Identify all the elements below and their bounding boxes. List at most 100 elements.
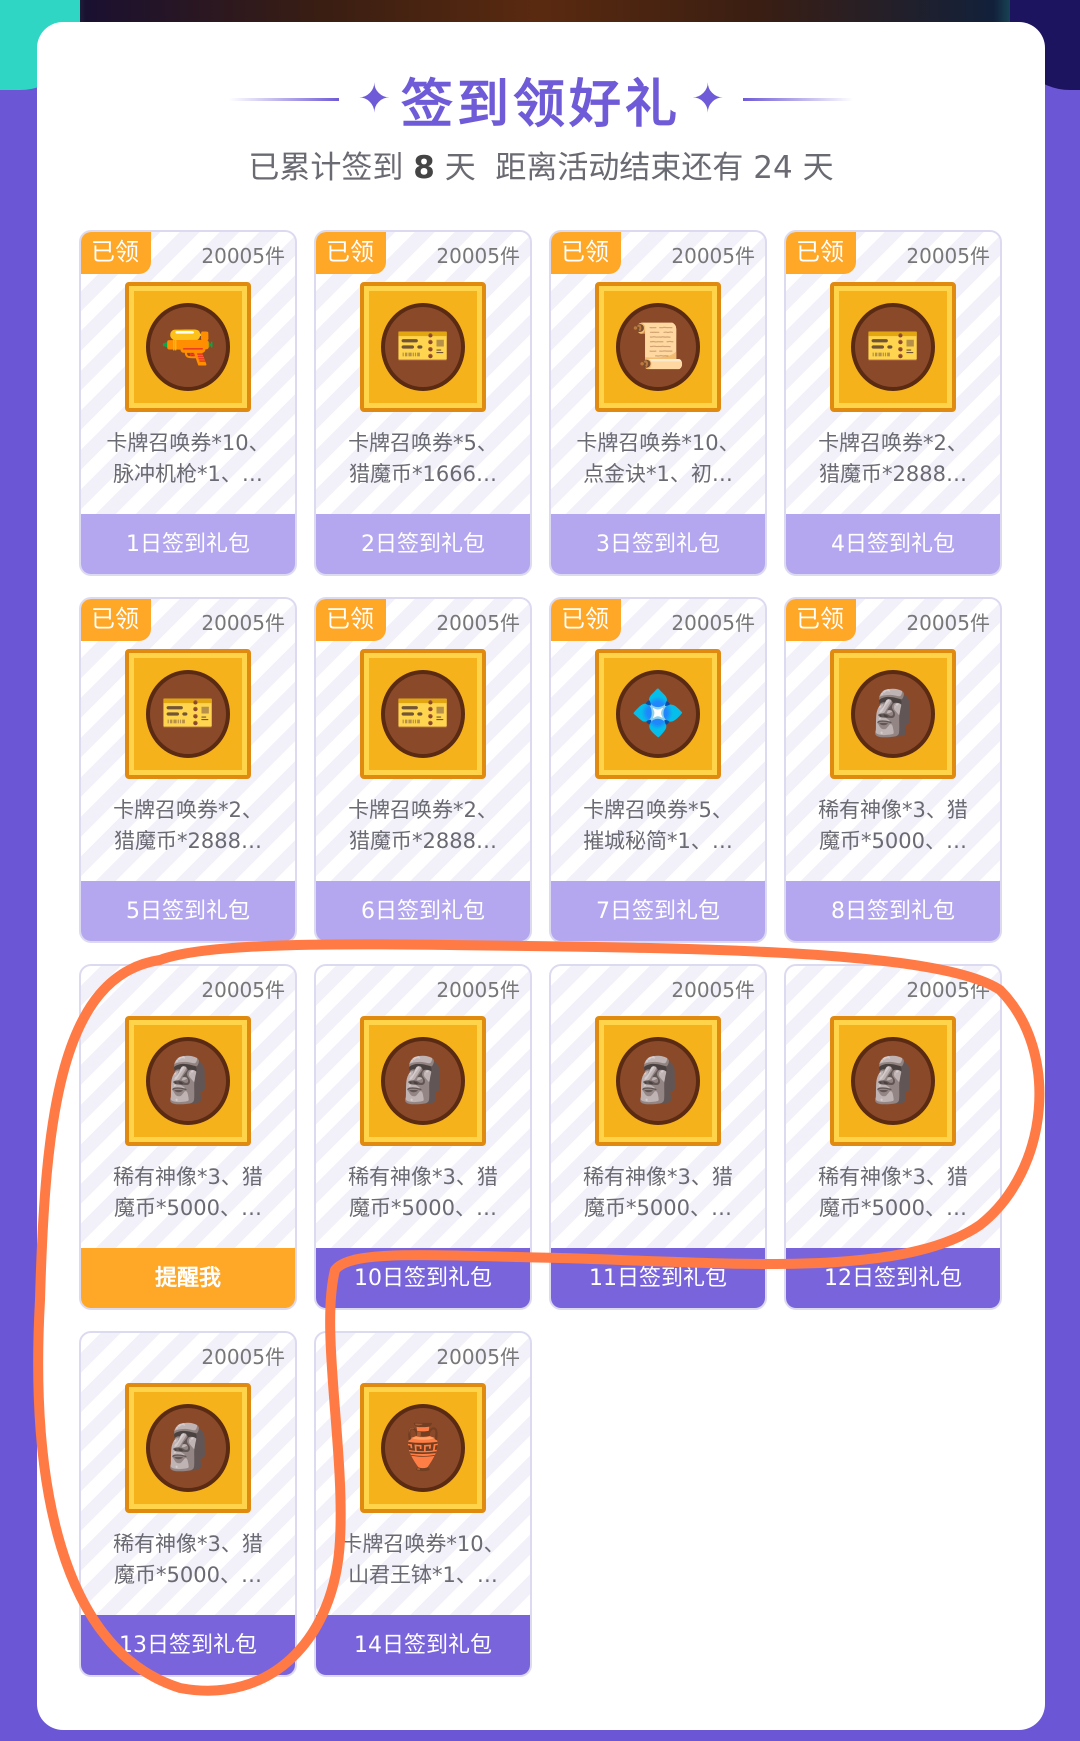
stock-count: 20005件 bbox=[436, 244, 520, 268]
dark-crystal-icon: 💠 bbox=[630, 688, 686, 739]
reward-description-line: 卡牌召唤券*2、 bbox=[348, 798, 498, 822]
reward-card[interactable]: 已领 20005件 🎫 卡牌召唤券*2、 猎魔币*2888… 6日签到礼包 bbox=[314, 597, 532, 943]
reward-card[interactable]: 20005件 🗿 稀有神像*3、猎 魔币*5000、… 10日签到礼包 bbox=[314, 964, 532, 1310]
reward-description-line: 稀有神像*3、猎 bbox=[113, 1532, 263, 1556]
gift-pack-button[interactable]: 14日签到礼包 bbox=[316, 1615, 530, 1675]
reward-card[interactable]: 20005件 🗿 稀有神像*3、猎 魔币*5000、… 13日签到礼包 bbox=[79, 1331, 297, 1677]
reward-item-frame: 🗿 bbox=[125, 1016, 251, 1146]
reward-item-frame: 🗿 bbox=[360, 1016, 486, 1146]
gift-pack-button[interactable]: 3日签到礼包 bbox=[551, 514, 765, 574]
reward-card[interactable]: 已领 20005件 📜 卡牌召唤券*10、 点金诀*1、初… 3日签到礼包 bbox=[549, 230, 767, 576]
reward-item-disc: 🎫 bbox=[381, 303, 465, 391]
golden-scroll-icon: 📜 bbox=[630, 321, 686, 372]
reward-description-line: 猎魔币*2888… bbox=[349, 829, 497, 853]
gift-pack-button[interactable]: 7日签到礼包 bbox=[551, 881, 765, 941]
claimed-badge: 已领 bbox=[786, 599, 856, 641]
sparkle-icon: ✦ bbox=[357, 76, 391, 122]
reward-item-disc: 🎫 bbox=[851, 303, 935, 391]
card-summon-ticket-icon: 🎫 bbox=[395, 688, 451, 739]
reward-card[interactable]: 20005件 🗿 稀有神像*3、猎 魔币*5000、… 11日签到礼包 bbox=[549, 964, 767, 1310]
reward-card[interactable]: 已领 20005件 💠 卡牌召唤券*5、 摧城秘简*1、… 7日签到礼包 bbox=[549, 597, 767, 943]
reward-card[interactable]: 已领 20005件 🔫 卡牌召唤券*10、 脉冲机枪*1、… 1日签到礼包 bbox=[79, 230, 297, 576]
gift-pack-button[interactable]: 11日签到礼包 bbox=[551, 1248, 765, 1308]
claimed-badge: 已领 bbox=[786, 232, 856, 274]
stock-count: 20005件 bbox=[201, 1345, 285, 1369]
gift-pack-button[interactable]: 6日签到礼包 bbox=[316, 881, 530, 941]
gift-pack-button[interactable]: 12日签到礼包 bbox=[786, 1248, 1000, 1308]
reward-card[interactable]: 已领 20005件 🎫 卡牌召唤券*5、 猎魔币*1666… 2日签到礼包 bbox=[314, 230, 532, 576]
gift-pack-button[interactable]: 8日签到礼包 bbox=[786, 881, 1000, 941]
reward-card[interactable]: 20005件 🗿 稀有神像*3、猎 魔币*5000、… 12日签到礼包 bbox=[784, 964, 1002, 1310]
reward-description: 卡牌召唤券*5、 猎魔币*1666… bbox=[316, 428, 530, 490]
title-row: ✦ 签到领好礼 ✦ bbox=[37, 64, 1045, 135]
stock-count: 20005件 bbox=[671, 611, 755, 635]
reward-item-frame: 🔫 bbox=[125, 282, 251, 412]
winged-statue-icon: 🗿 bbox=[160, 1422, 216, 1473]
title-divider-right bbox=[742, 97, 853, 101]
page-title: 签到领好礼 bbox=[400, 74, 681, 135]
reward-description-line: 卡牌召唤券*5、 bbox=[348, 431, 498, 455]
pulse-gun-icon: 🔫 bbox=[160, 321, 216, 372]
reward-item-disc: 🗿 bbox=[381, 1037, 465, 1125]
reward-description-line: 猎魔币*1666… bbox=[349, 462, 497, 486]
reward-card[interactable]: 20005件 🗿 稀有神像*3、猎 魔币*5000、… 提醒我 bbox=[79, 964, 297, 1310]
days-signed-count: 8 bbox=[413, 150, 435, 186]
reward-description-line: 点金诀*1、初… bbox=[583, 462, 733, 486]
claimed-badge: 已领 bbox=[316, 599, 386, 641]
reward-description-line: 稀有神像*3、猎 bbox=[818, 798, 968, 822]
stock-count: 20005件 bbox=[436, 611, 520, 635]
reward-item-frame: 🗿 bbox=[595, 1016, 721, 1146]
gift-pack-button[interactable]: 10日签到礼包 bbox=[316, 1248, 530, 1308]
reward-description: 卡牌召唤券*10、 脉冲机枪*1、… bbox=[81, 428, 295, 490]
reward-description-line: 卡牌召唤券*2、 bbox=[113, 798, 263, 822]
stock-count: 20005件 bbox=[906, 244, 990, 268]
reward-item-frame: 🗿 bbox=[830, 649, 956, 779]
reward-card[interactable]: 已领 20005件 🗿 稀有神像*3、猎 魔币*5000、… 8日签到礼包 bbox=[784, 597, 1002, 943]
stock-count: 20005件 bbox=[436, 978, 520, 1002]
reward-item-disc: 💠 bbox=[616, 670, 700, 758]
reward-item-disc: 🗿 bbox=[851, 1037, 935, 1125]
winged-statue-icon: 🗿 bbox=[865, 1055, 921, 1106]
reward-description-line: 山君王钵*1、… bbox=[348, 1563, 498, 1587]
reward-description-line: 脉冲机枪*1、… bbox=[113, 462, 263, 486]
reward-item-frame: 🗿 bbox=[830, 1016, 956, 1146]
reward-item-disc: 📜 bbox=[616, 303, 700, 391]
stock-count: 20005件 bbox=[671, 978, 755, 1002]
reward-description-line: 魔币*5000、… bbox=[584, 1196, 732, 1220]
claimed-badge: 已领 bbox=[316, 232, 386, 274]
signin-status-prefix: 已累计签到 bbox=[248, 150, 414, 186]
reward-description: 稀有神像*3、猎 魔币*5000、… bbox=[786, 1162, 1000, 1224]
reward-description-line: 卡牌召唤券*2、 bbox=[818, 431, 968, 455]
signin-status-suffix: 天 距离活动结束还有 24 天 bbox=[434, 150, 834, 186]
gift-pack-button[interactable]: 4日签到礼包 bbox=[786, 514, 1000, 574]
winged-statue-icon: 🗿 bbox=[865, 688, 921, 739]
card-summon-ticket-icon: 🎫 bbox=[395, 321, 451, 372]
reward-item-disc: 🗿 bbox=[146, 1404, 230, 1492]
reward-item-disc: 🗿 bbox=[146, 1037, 230, 1125]
remind-me-button[interactable]: 提醒我 bbox=[81, 1248, 295, 1308]
reward-card[interactable]: 已领 20005件 🎫 卡牌召唤券*2、 猎魔币*2888… 5日签到礼包 bbox=[79, 597, 297, 943]
reward-description: 卡牌召唤券*2、 猎魔币*2888… bbox=[316, 795, 530, 857]
gift-pack-button[interactable]: 5日签到礼包 bbox=[81, 881, 295, 941]
stock-count: 20005件 bbox=[201, 611, 285, 635]
reward-item-disc: 🎫 bbox=[381, 670, 465, 758]
reward-item-frame: 🎫 bbox=[830, 282, 956, 412]
claimed-badge: 已领 bbox=[81, 232, 151, 274]
reward-item-frame: 🎫 bbox=[360, 282, 486, 412]
reward-description: 稀有神像*3、猎 魔币*5000、… bbox=[81, 1529, 295, 1591]
gift-pack-button[interactable]: 2日签到礼包 bbox=[316, 514, 530, 574]
claimed-badge: 已领 bbox=[551, 232, 621, 274]
gift-pack-button[interactable]: 1日签到礼包 bbox=[81, 514, 295, 574]
winged-statue-icon: 🗿 bbox=[395, 1055, 451, 1106]
reward-card[interactable]: 已领 20005件 🎫 卡牌召唤券*2、 猎魔币*2888… 4日签到礼包 bbox=[784, 230, 1002, 576]
reward-card[interactable]: 20005件 🏺 卡牌召唤券*10、 山君王钵*1、… 14日签到礼包 bbox=[314, 1331, 532, 1677]
reward-description: 稀有神像*3、猎 魔币*5000、… bbox=[551, 1162, 765, 1224]
reward-item-frame: 🎫 bbox=[360, 649, 486, 779]
reward-item-disc: 🔫 bbox=[146, 303, 230, 391]
reward-item-frame: 📜 bbox=[595, 282, 721, 412]
reward-item-disc: 🏺 bbox=[381, 1404, 465, 1492]
reward-description-line: 卡牌召唤券*5、 bbox=[583, 798, 733, 822]
reward-description-line: 魔币*5000、… bbox=[114, 1563, 262, 1587]
reward-item-frame: 🏺 bbox=[360, 1383, 486, 1513]
gift-pack-button[interactable]: 13日签到礼包 bbox=[81, 1615, 295, 1675]
